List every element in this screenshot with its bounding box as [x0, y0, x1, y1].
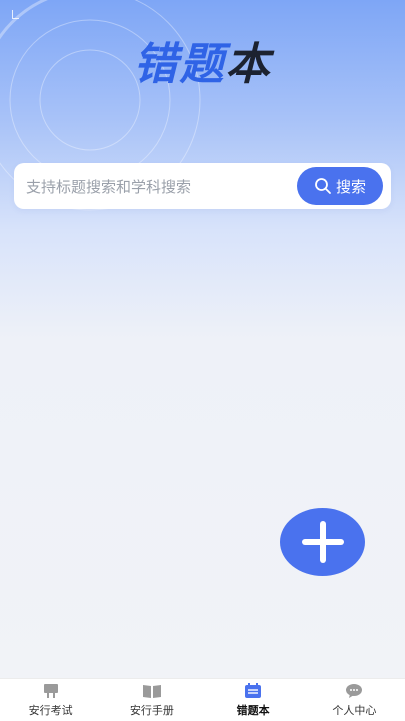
book-icon — [142, 685, 161, 698]
title-char-1: 错 — [133, 39, 180, 90]
search-icon — [315, 178, 331, 194]
chat-bubble-icon — [346, 684, 363, 698]
tab-exam[interactable]: 安行考试 — [0, 679, 101, 721]
search-button-label: 搜索 — [335, 177, 366, 196]
tab-mistakes[interactable]: 错题本 — [203, 679, 304, 721]
title-char-2: 题 — [179, 39, 226, 90]
bottom-tab-bar: 安行考试 安行手册 错题本 个人中心 — [0, 678, 405, 721]
tab-manual[interactable]: 安行手册 — [101, 679, 202, 721]
notebook-icon — [245, 683, 262, 698]
add-button[interactable] — [280, 508, 365, 576]
tab-label: 安行考试 — [28, 704, 73, 717]
tab-label: 错题本 — [236, 704, 270, 717]
title-char-3: 本 — [225, 39, 272, 90]
search-input[interactable]: 支持标题搜索和学科搜索 — [26, 176, 191, 197]
tab-label: 个人中心 — [332, 704, 377, 717]
plus-icon — [301, 521, 344, 563]
tab-label: 安行手册 — [129, 704, 174, 717]
header-background — [0, 0, 405, 678]
corner-mark — [12, 10, 19, 19]
tab-profile[interactable]: 个人中心 — [304, 679, 405, 721]
desk-icon — [43, 684, 58, 698]
search-button[interactable]: 搜索 — [297, 167, 383, 205]
search-bar: 支持标题搜索和学科搜索 搜索 — [14, 163, 391, 209]
page-title: 错题本 — [0, 28, 405, 92]
